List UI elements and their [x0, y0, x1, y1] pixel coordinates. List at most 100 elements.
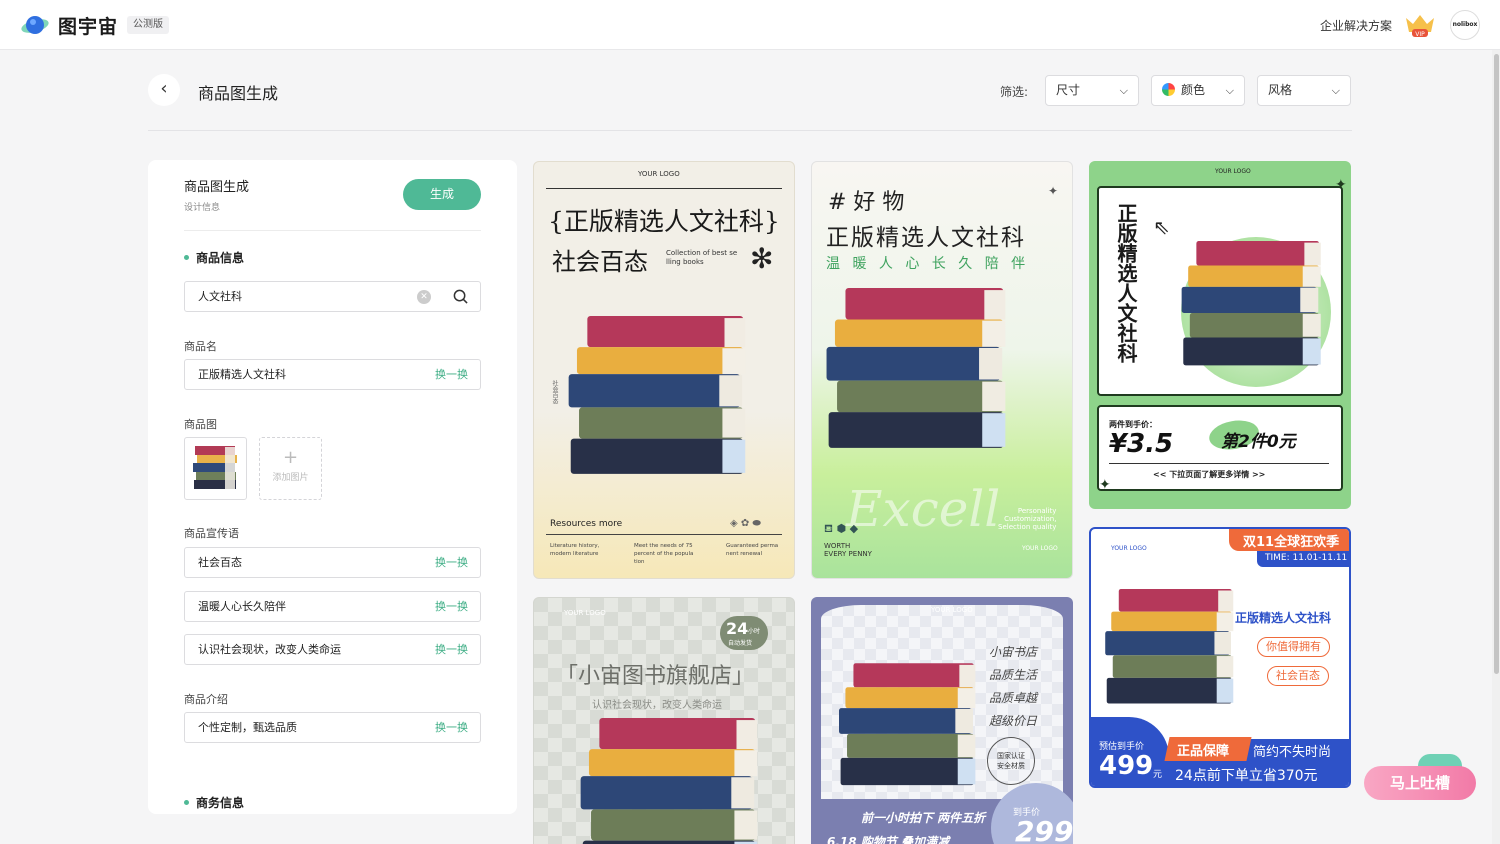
slogan-value: 认识社会现状，改变人类命运	[198, 643, 341, 656]
slogan-field-2[interactable]: 温暖人心长久陪伴 换一换	[184, 591, 481, 622]
p: Personality	[1017, 507, 1057, 515]
swap-button[interactable]: 换一换	[435, 592, 468, 621]
sparkle-icon: ✦	[1335, 177, 1347, 193]
product-search-input[interactable]: 人文社科 ✕	[184, 281, 481, 312]
your-logo: YOUR LOGO	[564, 609, 606, 617]
card1-english: Collection of best se lling books	[666, 249, 737, 267]
search-icon[interactable]	[453, 289, 468, 304]
feedback-button[interactable]: 马上吐槽	[1364, 766, 1476, 800]
swap-button[interactable]: 换一换	[435, 635, 468, 664]
gift-icons: ⛾ ⬢ ◆	[824, 522, 859, 535]
card-divider	[546, 534, 782, 535]
card5-badge-unit: 小时	[748, 628, 761, 635]
style-filter-select[interactable]: 风格 ⌵	[1257, 75, 1351, 106]
card5-title: 「小宙图书旗舰店」	[556, 664, 755, 689]
slogan-field-3[interactable]: 认识社会现状，改变人类命运 换一换	[184, 634, 481, 665]
header-divider	[148, 130, 1352, 131]
card4-simple: 简约不失时尚	[1253, 745, 1332, 760]
card1-footnote-2: Meet the needs of 75 percent of the popul…	[634, 542, 693, 566]
card2-worth: WORTH EVERY PENNY	[824, 542, 872, 558]
enterprise-solutions-link[interactable]: 企业解决方案	[1320, 17, 1392, 34]
card4-title: 正版精选人文社科	[1235, 611, 1332, 625]
w: WORTH	[824, 542, 851, 550]
clear-icon[interactable]: ✕	[417, 290, 431, 304]
asterisk-icon: ✻	[750, 242, 774, 275]
intro-label: 商品介绍	[184, 693, 228, 706]
your-logo: YOUR LOGO	[1111, 545, 1147, 552]
vip-crown-icon[interactable]: VIP	[1404, 12, 1436, 38]
swap-button[interactable]: 换一换	[435, 713, 468, 742]
generate-button[interactable]: 生成	[403, 179, 481, 210]
template-card-5[interactable]: YOUR LOGO 24 小时 自动发货 「小宙图书旗舰店」 认识社会现状，改变…	[533, 597, 795, 844]
intro-field[interactable]: 个性定制，甄选品质 换一换	[184, 712, 481, 743]
decor-icons: ◈ ✿ ⬬	[730, 518, 761, 529]
intro-value: 个性定制，甄选品质	[198, 721, 297, 734]
search-input-value: 人文社科	[198, 290, 242, 303]
card2-subtitle: 温 暖 人 心 长 久 陪 伴	[826, 256, 1030, 272]
template-card-4[interactable]: 双11全球狂欢季 TIME: 11.01-11.11 YOUR LOGO 正版精…	[1089, 527, 1351, 788]
section-product-info: 商品信息	[184, 249, 244, 266]
sparkle-icon: ✦	[1048, 184, 1059, 198]
card1-footnote-1: Literature history, modern literature	[550, 542, 599, 558]
book-stack-image	[839, 663, 976, 786]
card4-deal: 24点前下单立省370元	[1175, 768, 1318, 784]
color-filter-select[interactable]: 颜色 ⌵	[1151, 75, 1245, 106]
style-filter-label: 风格	[1268, 83, 1293, 97]
chevron-down-icon: ⌵	[1119, 84, 1128, 97]
card4-guarantee: 正品保障	[1177, 744, 1230, 759]
product-image-label: 商品图	[184, 418, 217, 431]
logo-text[interactable]: 图宇宙	[58, 12, 118, 39]
seal-text: 国家认证	[997, 752, 1025, 760]
sparkle-icon: ✦	[1099, 477, 1111, 493]
panel-title: 商品图生成	[184, 180, 250, 195]
swap-button[interactable]: 换一换	[435, 548, 468, 577]
card2-script-text: Excell	[846, 480, 1001, 538]
template-card-1[interactable]: YOUR LOGO {正版精选人文社科} 社会百态 Collection of …	[533, 161, 795, 579]
planet-logo-icon[interactable]	[20, 12, 50, 38]
card1-subtitle: 社会百态	[552, 248, 648, 276]
card1-resources: Resources more	[550, 519, 623, 529]
card4-badge: 双11全球狂欢季	[1243, 535, 1340, 550]
plus-icon: +	[282, 447, 299, 468]
card2-title: 正版精选人文社科	[826, 225, 1026, 251]
product-image-thumbnail[interactable]	[184, 437, 247, 500]
book-stack-image	[1181, 241, 1321, 366]
book-stack-image	[1105, 589, 1234, 704]
template-card-2[interactable]: # 好 物 正版精选人文社科 温 暖 人 心 长 久 陪 伴 ✦ Excell …	[811, 161, 1073, 579]
card3-promo: 第2件0元	[1221, 432, 1296, 452]
book-stack-image	[193, 446, 237, 489]
product-name-value: 正版精选人文社科	[198, 368, 286, 381]
filter-label: 筛选:	[1000, 85, 1029, 99]
user-avatar[interactable]: nolibox	[1450, 10, 1480, 40]
card4-price-unit: 元	[1153, 770, 1163, 780]
template-card-6[interactable]: YOUR LOGO 小宙书店 品质生活 品质卓越 超级价日 国家认证 安全材质 前…	[811, 597, 1073, 844]
card1-footnote-3: Guaranteed perma nent renewal	[726, 542, 778, 558]
fn: percent of the popula	[634, 551, 694, 557]
card6-line-3: 品质卓越	[989, 691, 1038, 705]
swap-button[interactable]: 换一换	[435, 360, 468, 389]
card6-promo-2: 6.18 购物节 叠加满减	[827, 835, 949, 844]
fn: nent renewal	[726, 551, 763, 557]
scrollbar-thumb[interactable]	[1494, 54, 1499, 674]
back-button[interactable]: ‹	[148, 74, 180, 106]
card2-tag: # 好 物	[828, 190, 905, 215]
card3-vertical-title: 正版精选人文社科	[1114, 203, 1138, 363]
slogan-field-1[interactable]: 社会百态 换一换	[184, 547, 481, 578]
size-filter-select[interactable]: 尺寸 ⌵	[1045, 75, 1139, 106]
card6-line-4: 超级价日	[989, 714, 1038, 728]
card4-tag-2: 社会百态	[1267, 666, 1329, 686]
add-image-button[interactable]: + 添加图片	[259, 437, 322, 500]
product-name-field[interactable]: 正版精选人文社科 换一换	[184, 359, 481, 390]
design-info-panel: 商品图生成 设计信息 生成 商品信息 人文社科 ✕ 商品名 正版精选人文社科 换…	[148, 160, 517, 814]
card1-vertical-text: 社会百态	[551, 380, 558, 404]
card-divider	[1109, 463, 1329, 464]
your-logo: YOUR LOGO	[1022, 545, 1058, 552]
your-logo: YOUR LOGO	[931, 606, 973, 614]
certification-seal: 国家认证 安全材质	[987, 737, 1035, 785]
fn: Guaranteed perma	[726, 543, 779, 549]
p: Customization,	[1004, 515, 1057, 523]
book-stack-image	[568, 316, 746, 474]
template-card-3[interactable]: YOUR LOGO 正版精选人文社科 ⇖ 两件到手价： ¥3.5 第2件0元 <…	[1089, 161, 1351, 509]
slogan-value: 社会百态	[198, 556, 242, 569]
product-name-label: 商品名	[184, 340, 217, 353]
